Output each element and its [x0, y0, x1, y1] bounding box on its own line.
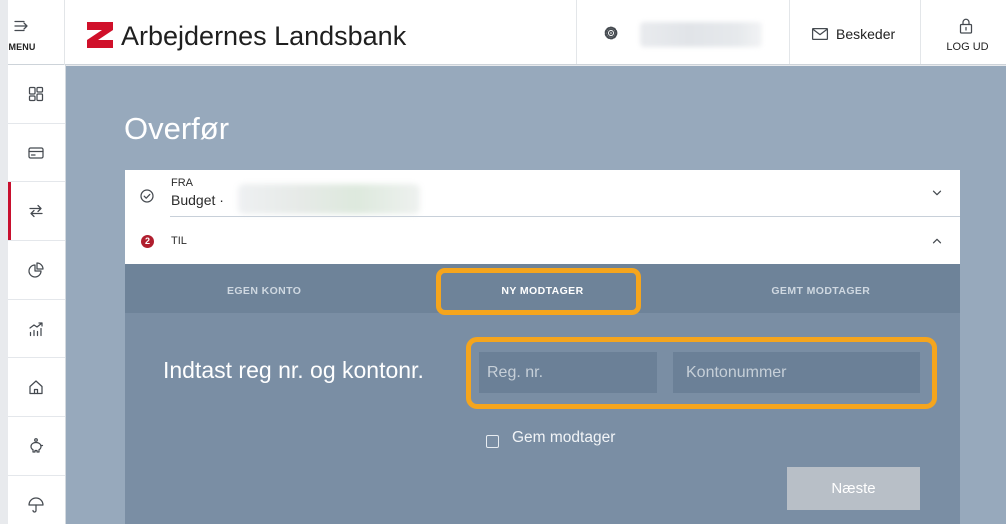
sidebar-item-transfer[interactable] [8, 182, 65, 242]
redacted-user-name [640, 22, 762, 47]
next-button[interactable]: Næste [787, 467, 920, 510]
sidebar-nav [8, 65, 66, 524]
transfer-accounts-card: FRA Budget · 2 TIL [125, 170, 960, 264]
logout-button[interactable]: LOG UD [921, 0, 1006, 64]
to-label: TIL [171, 235, 187, 247]
credit-card-icon [27, 144, 45, 162]
new-recipient-form: Indtast reg nr. og kontonr. Gem modtager… [125, 313, 960, 524]
main-content: Overfør FRA Budget · 2 TIL EGEN KONTO NY… [66, 66, 1006, 524]
checkbox-box [486, 435, 499, 448]
settings-button[interactable] [577, 0, 789, 64]
pie-chart-icon [27, 261, 45, 279]
sidebar-item-cards[interactable] [8, 124, 65, 183]
lock-icon [959, 18, 973, 34]
tab-own-account[interactable]: EGEN KONTO [125, 264, 403, 313]
tab-new-recipient[interactable]: NY MODTAGER [403, 264, 681, 313]
messages-label: Beskeder [836, 26, 896, 42]
logout-label: LOG UD [946, 41, 989, 53]
gear-icon [603, 25, 619, 41]
reg-number-input[interactable] [479, 352, 657, 393]
menu-expand-icon [14, 19, 30, 33]
transfer-icon [27, 202, 45, 220]
sidebar-item-investments[interactable] [8, 300, 65, 359]
form-prompt: Indtast reg nr. og kontonr. [163, 357, 424, 383]
messages-button[interactable]: Beskeder [790, 0, 920, 64]
page-title: Overfør [124, 111, 230, 146]
sidebar-item-budget[interactable] [8, 241, 65, 300]
sidebar-item-savings[interactable] [8, 417, 65, 476]
tab-saved-recipient[interactable]: GEMT MODTAGER [682, 264, 960, 313]
from-account-row[interactable]: FRA Budget · [125, 170, 960, 216]
check-circle-icon [140, 189, 154, 203]
save-recipient-checkbox[interactable]: Gem modtager [486, 429, 626, 451]
brand-name: Arbejdernes Landsbank [121, 21, 407, 51]
bank-logo-icon [87, 22, 113, 48]
save-recipient-label: Gem modtager [512, 429, 616, 446]
menu-button[interactable]: MENU [8, 0, 65, 65]
active-indicator [8, 182, 11, 241]
chevron-up-icon [932, 238, 942, 244]
house-icon [27, 378, 45, 396]
chevron-down-icon [932, 190, 942, 196]
sidebar-item-overview[interactable] [8, 65, 65, 124]
top-header: MENU Arbejdernes Landsbank Beskeder LOG … [8, 0, 1006, 65]
redacted-account-number [238, 184, 420, 214]
account-number-input[interactable] [673, 352, 920, 393]
growth-chart-icon [27, 320, 45, 338]
to-account-row[interactable]: 2 TIL [125, 216, 960, 264]
sidebar-item-housing[interactable] [8, 358, 65, 418]
dashboard-icon [27, 85, 45, 103]
sidebar-item-insurance[interactable] [8, 476, 65, 524]
recipient-tabs: EGEN KONTO NY MODTAGER GEMT MODTAGER [125, 264, 960, 313]
from-account-name: Budget · [171, 192, 224, 208]
from-label: FRA [171, 177, 193, 189]
piggy-bank-icon [27, 437, 45, 455]
umbrella-icon [27, 496, 45, 514]
step-number-badge: 2 [141, 235, 154, 248]
envelope-icon [811, 27, 829, 41]
menu-label: MENU [8, 42, 36, 52]
